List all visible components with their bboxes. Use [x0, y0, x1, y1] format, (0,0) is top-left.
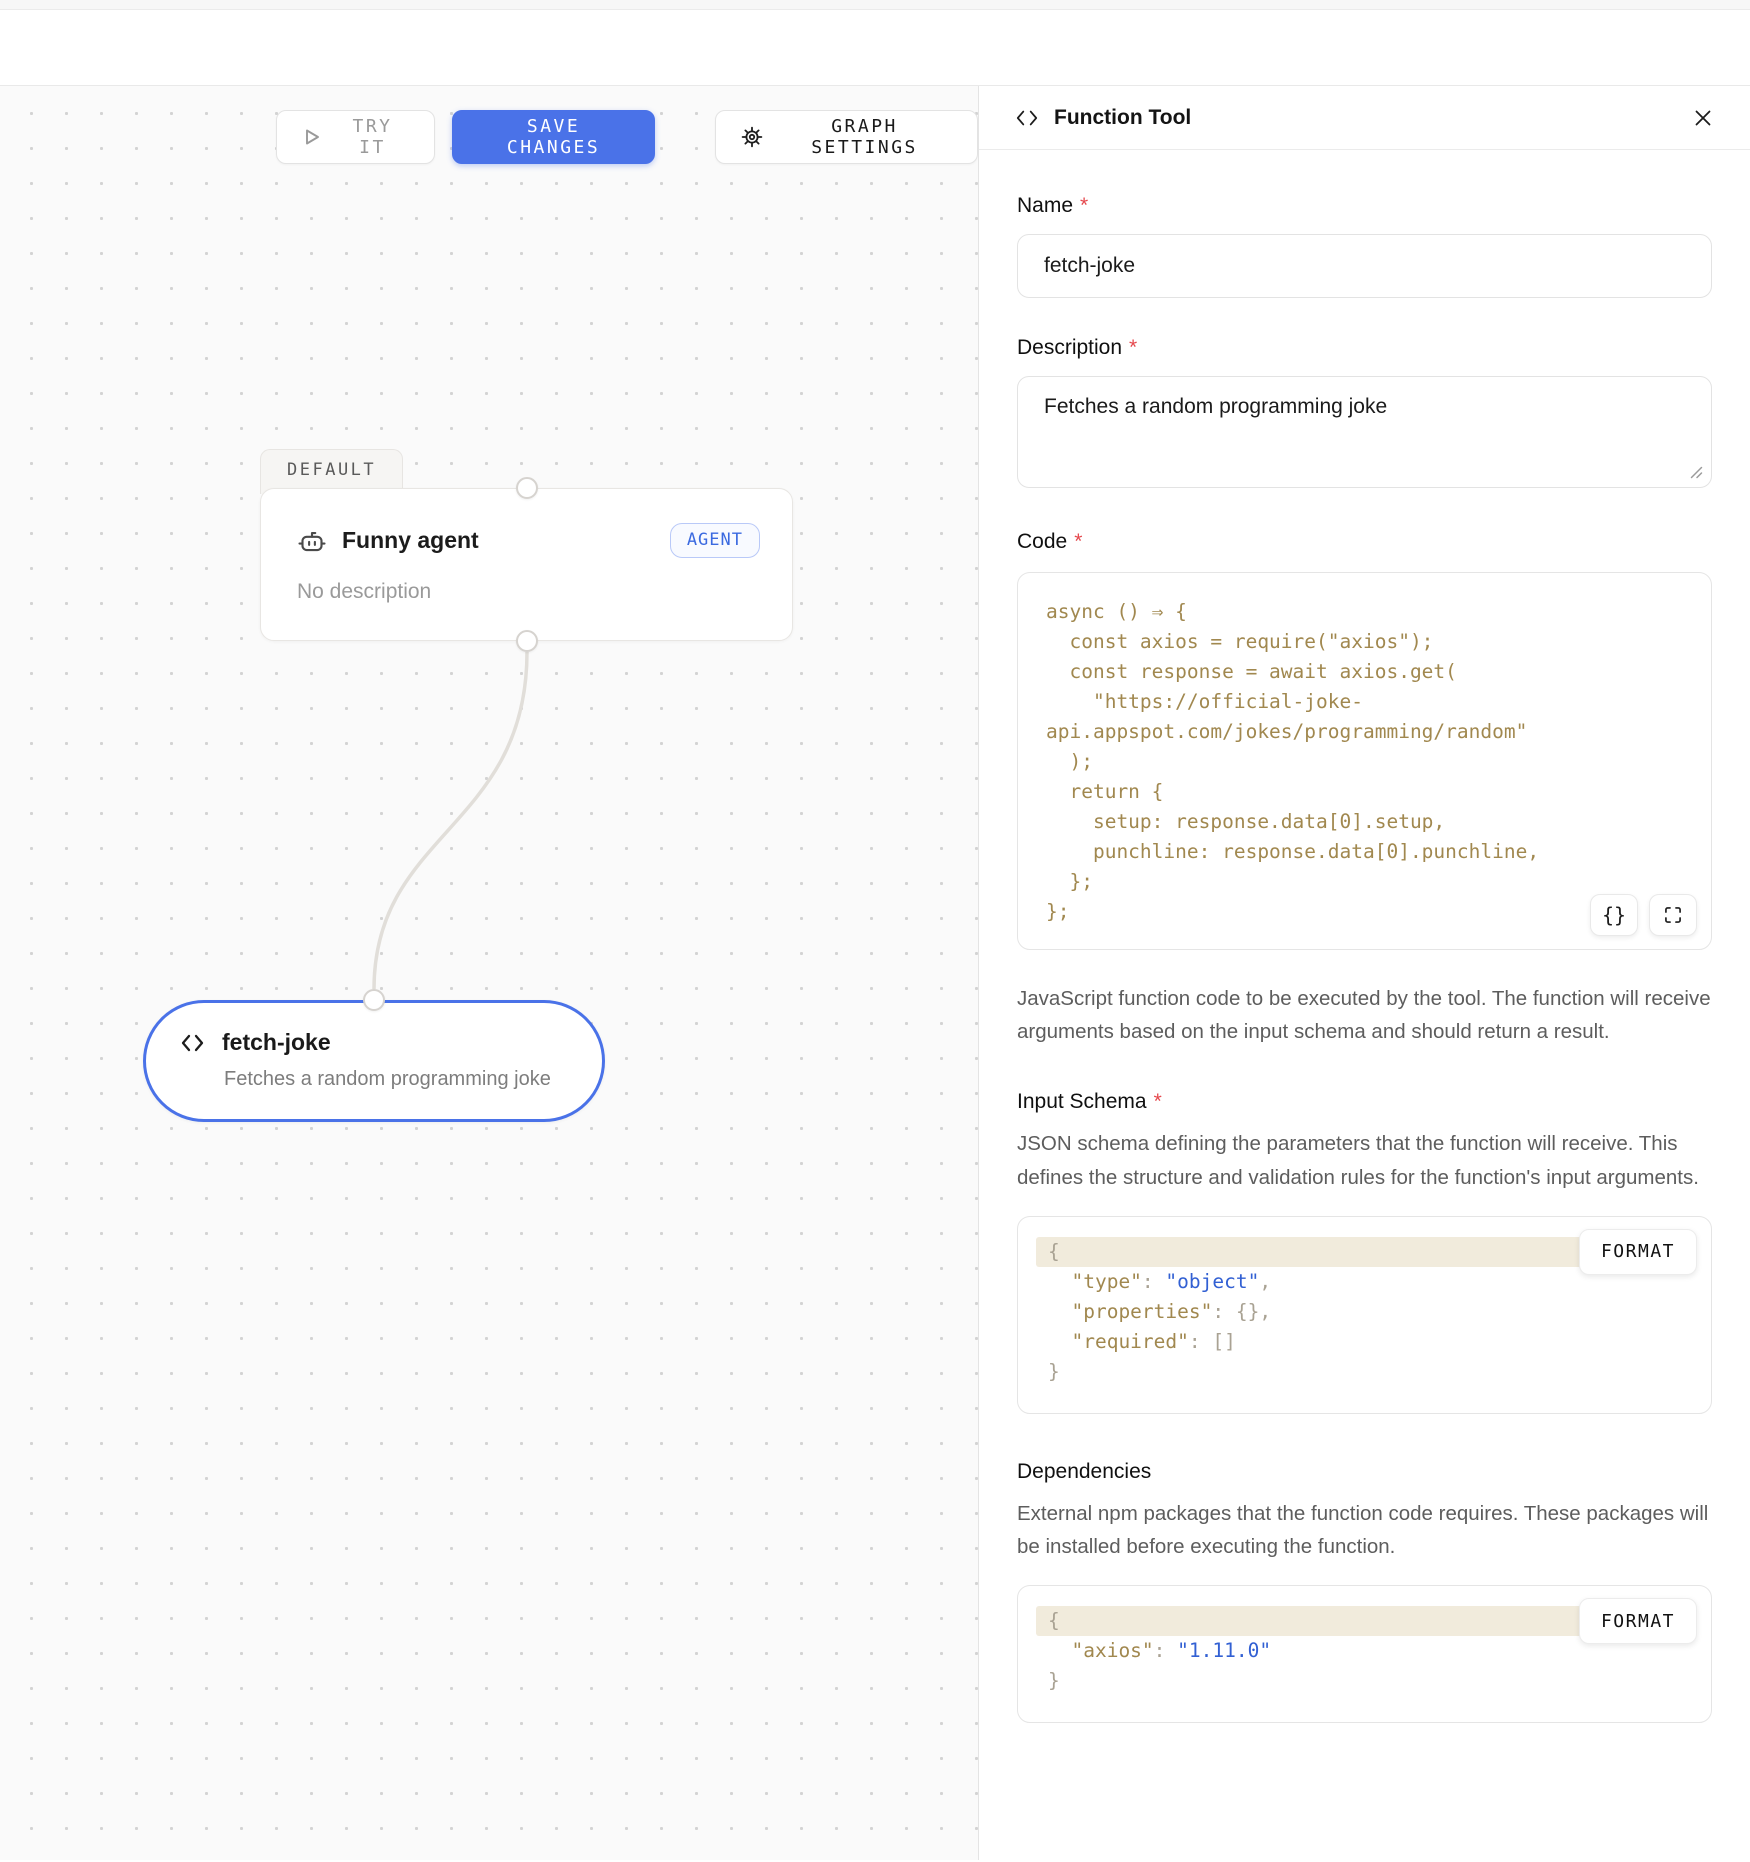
code-field-label: Code* [1017, 530, 1712, 554]
agent-node-bottom-handle[interactable] [516, 630, 538, 652]
required-asterisk: * [1129, 336, 1137, 359]
code-editor[interactable]: async () ⇒ { const axios = require("axio… [1017, 572, 1712, 950]
save-changes-button[interactable]: SAVE CHANGES [452, 110, 655, 164]
panel-header: Function Tool [979, 86, 1750, 150]
graph-canvas[interactable]: TRY IT SAVE CHANGES GRAPH SETTINGS DEFAU… [0, 86, 978, 1860]
edge-connector [0, 86, 978, 1860]
save-changes-label: SAVE CHANGES [477, 116, 630, 158]
close-icon [1692, 107, 1714, 129]
required-asterisk: * [1080, 194, 1088, 217]
gear-icon [740, 125, 764, 149]
tool-node-description: Fetches a random programming joke [224, 1068, 572, 1091]
try-it-label: TRY IT [335, 116, 410, 158]
play-icon [301, 126, 323, 148]
format-button[interactable]: FORMAT [1579, 1229, 1697, 1275]
agent-node-top-handle[interactable] [516, 477, 538, 499]
name-input[interactable] [1017, 234, 1712, 298]
try-it-button[interactable]: TRY IT [276, 110, 435, 164]
close-panel-button[interactable] [1692, 107, 1714, 129]
dependencies-help-text: External npm packages that the function … [1017, 1497, 1712, 1563]
agent-node[interactable]: Funny agent AGENT No description [260, 488, 793, 641]
required-asterisk: * [1074, 530, 1082, 553]
panel-title: Function Tool [1054, 106, 1191, 130]
graph-settings-button[interactable]: GRAPH SETTINGS [715, 110, 978, 164]
required-asterisk: * [1154, 1090, 1162, 1113]
graph-settings-label: GRAPH SETTINGS [776, 116, 953, 158]
tool-node-fetch-joke[interactable]: fetch-joke Fetches a random programming … [143, 1000, 605, 1122]
app-header-bar [0, 10, 1750, 86]
agent-type-badge: AGENT [670, 523, 760, 558]
input-schema-editor[interactable]: { "type": "object", "properties": {}, "r… [1017, 1216, 1712, 1414]
input-schema-help-text: JSON schema defining the parameters that… [1017, 1127, 1712, 1193]
robot-icon [297, 526, 327, 556]
name-field-label: Name* [1017, 194, 1712, 218]
agent-node-title: Funny agent [342, 527, 479, 554]
app-root: TRY IT SAVE CHANGES GRAPH SETTINGS DEFAU… [0, 0, 1750, 1860]
panel-body: Name* Description* Fetches a random prog… [979, 150, 1750, 1753]
dependencies-editor[interactable]: { "axios": "1.11.0"} FORMAT [1017, 1585, 1712, 1723]
fullscreen-icon [1663, 905, 1683, 925]
tool-node-title: fetch-joke [222, 1029, 331, 1056]
description-textarea[interactable]: Fetches a random programming joke [1017, 376, 1712, 488]
code-help-text: JavaScript function code to be executed … [1017, 982, 1712, 1048]
tool-node-top-handle[interactable] [363, 989, 385, 1011]
code-icon [1015, 108, 1039, 128]
dependencies-label: Dependencies [1017, 1460, 1712, 1484]
code-editor-actions: {} [1590, 894, 1697, 936]
function-tool-panel: Function Tool Name* Description* [978, 86, 1750, 1860]
canvas-toolbar: TRY IT SAVE CHANGES GRAPH SETTINGS [276, 110, 978, 164]
top-strip [0, 0, 1750, 10]
description-field-label: Description* [1017, 336, 1712, 360]
code-icon [179, 1031, 206, 1055]
agent-node-description: No description [297, 580, 760, 604]
input-schema-label: Input Schema* [1017, 1090, 1712, 1114]
expand-fullscreen-button[interactable] [1649, 894, 1697, 936]
format-button[interactable]: FORMAT [1579, 1598, 1697, 1644]
format-braces-button[interactable]: {} [1590, 894, 1638, 936]
resize-grip-icon[interactable] [1688, 464, 1704, 480]
code-editor-content: async () ⇒ { const axios = require("axio… [1044, 597, 1685, 927]
